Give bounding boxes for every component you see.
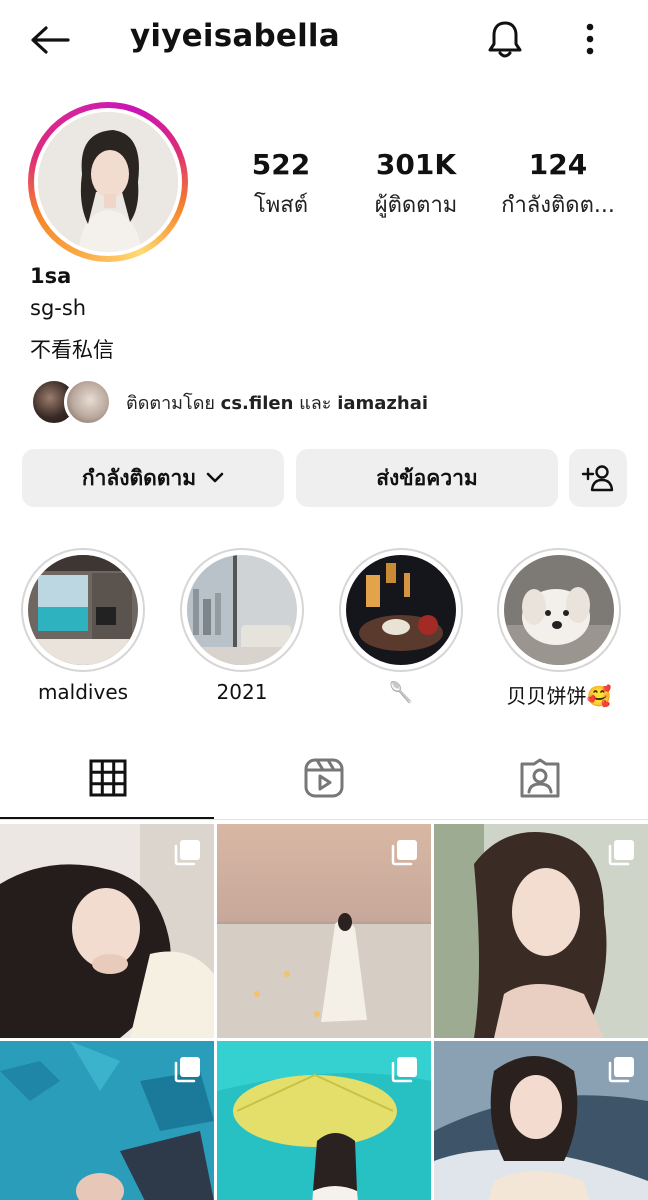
tab-posts-grid[interactable]	[0, 738, 216, 818]
highlight-item[interactable]: 2021	[180, 548, 304, 704]
highlight-label: 🥄	[388, 680, 414, 704]
posts-count: 522	[251, 148, 311, 181]
notifications-button[interactable]	[482, 16, 528, 62]
grid-post[interactable]	[434, 1041, 648, 1200]
back-button[interactable]	[26, 20, 74, 60]
highlight-cover	[28, 555, 138, 665]
highlight-item[interactable]: 🥄	[339, 548, 463, 704]
display-name: 1sa	[30, 264, 72, 288]
highlight-item[interactable]: maldives	[21, 548, 145, 704]
following-label: กำลังติดต...	[501, 193, 615, 218]
followers-count: 301K	[375, 148, 457, 181]
message-button[interactable]: ส่งข้อความ	[296, 449, 558, 507]
profile-tabs	[0, 738, 648, 820]
following-button-label: กำลังติดตาม	[81, 465, 197, 490]
tab-tagged[interactable]	[432, 738, 648, 818]
posts-stat[interactable]: 522 โพสต์	[211, 148, 351, 222]
highlight-label: maldives	[37, 680, 129, 704]
profile-username: yiyeisabella	[130, 18, 340, 54]
mutual-avatar-2	[64, 378, 112, 426]
tabs-divider	[0, 819, 648, 820]
suggest-people-button[interactable]	[569, 449, 627, 507]
multi-photo-icon	[391, 840, 417, 866]
followers-stat[interactable]: 301K ผู้ติดตาม	[346, 148, 486, 222]
more-options-button[interactable]	[570, 16, 610, 62]
mutual-followers-text: ติดตามโดย cs.filen และ iamazhai	[126, 392, 429, 414]
add-person-icon	[581, 465, 614, 492]
grid-post[interactable]	[0, 1041, 214, 1200]
multi-photo-icon	[608, 840, 634, 866]
tagged-icon	[520, 758, 560, 798]
following-button[interactable]: กำลังติดตาม	[22, 449, 284, 507]
mutual-followers[interactable]: ติดตามโดย cs.filen และ iamazhai	[30, 376, 428, 428]
mutual-user-1[interactable]: cs.filen	[221, 393, 294, 414]
highlight-label: 2021	[216, 680, 268, 704]
tab-reels[interactable]	[216, 738, 432, 818]
highlight-cover	[504, 555, 614, 665]
bell-icon	[488, 21, 522, 58]
grid-post[interactable]	[434, 824, 648, 1038]
bio-line-1: sg-sh	[30, 296, 87, 320]
multi-photo-icon	[608, 1057, 634, 1083]
chevron-down-icon	[206, 472, 224, 483]
grid-icon	[89, 759, 127, 797]
reels-icon	[304, 758, 344, 798]
highlight-cover	[346, 555, 456, 665]
highlight-cover	[187, 555, 297, 665]
message-button-label: ส่งข้อความ	[376, 465, 478, 490]
highlight-label: 贝贝饼饼🥰	[506, 684, 612, 708]
grid-post[interactable]	[217, 1041, 431, 1200]
arrow-left-icon	[31, 26, 70, 54]
followers-label: ผู้ติดตาม	[374, 193, 458, 218]
more-vertical-icon	[586, 23, 594, 55]
grid-post[interactable]	[217, 824, 431, 1038]
top-bar: yiyeisabella	[0, 0, 648, 80]
story-ring[interactable]	[28, 102, 188, 262]
multi-photo-icon	[391, 1057, 417, 1083]
mutual-user-2[interactable]: iamazhai	[337, 393, 428, 414]
highlight-item[interactable]: 贝贝饼饼🥰	[497, 548, 621, 709]
following-stat[interactable]: 124 กำลังติดต...	[488, 148, 628, 222]
multi-photo-icon	[174, 840, 200, 866]
multi-photo-icon	[174, 1057, 200, 1083]
avatar	[38, 112, 178, 252]
bio-line-2: 不看私信	[30, 338, 114, 362]
following-count: 124	[528, 148, 588, 181]
posts-label: โพสต์	[253, 193, 309, 218]
grid-post[interactable]	[0, 824, 214, 1038]
